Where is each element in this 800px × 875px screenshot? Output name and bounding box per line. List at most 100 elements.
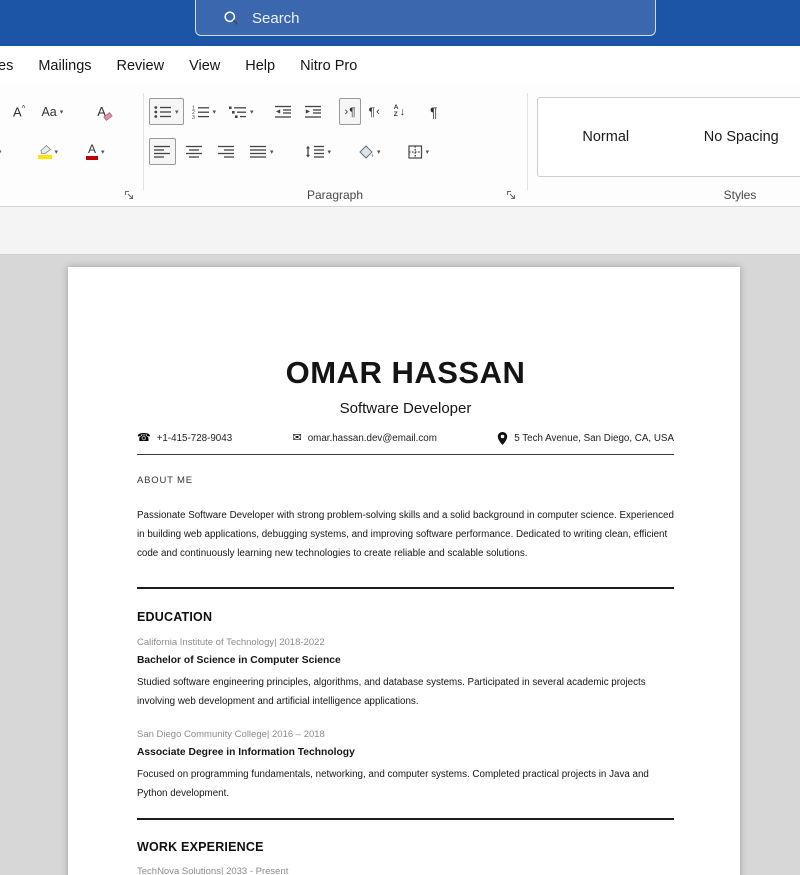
tab-mailings[interactable]: Mailings [38, 58, 91, 74]
education-description: Studied software engineering principles,… [137, 673, 674, 711]
chevron-down-icon: ▾ [213, 108, 217, 116]
about-text: Passionate Software Developer with stron… [137, 507, 674, 563]
chevron-down-icon: ▾ [55, 148, 59, 156]
chevron-down-icon: ▾ [101, 148, 105, 156]
ribbon-document-gap [0, 207, 800, 255]
resume-content: OMAR HASSAN Software Developer ☎ +1-415-… [68, 267, 740, 875]
font-group-row1: A^ Aa ▾ A [8, 98, 111, 125]
right-to-left-paragraph-button[interactable]: ¶‹ [364, 98, 386, 125]
chevron-down-icon: ▾ [60, 108, 64, 116]
multilevel-list-icon [229, 105, 247, 119]
search-label: Search [252, 10, 300, 27]
ribbon-tab-row: es Mailings Review View Help Nitro Pro [0, 46, 800, 85]
address-text: 5 Tech Avenue, San Diego, CA, USA [514, 433, 674, 444]
increase-indent-button[interactable] [300, 98, 327, 125]
font-group-row2: ▾ ▾ A ▾ [0, 138, 110, 165]
resume-job-title: Software Developer [137, 400, 674, 417]
education-degree: Bachelor of Science in Computer Science [137, 655, 674, 666]
document-page[interactable]: OMAR HASSAN Software Developer ☎ +1-415-… [68, 267, 740, 875]
search-box[interactable]: Search [195, 0, 656, 36]
align-center-icon [186, 145, 203, 158]
clear-formatting-button[interactable]: A [92, 98, 111, 125]
contact-email: ✉ omar.hassan.dev@email.com [292, 433, 436, 444]
divider [137, 587, 674, 589]
numbering-icon: 1 2 3 [192, 105, 210, 119]
show-paragraph-marks-button[interactable]: ¶ [425, 98, 443, 125]
titlebar: Search [0, 0, 800, 46]
resume-name: OMAR HASSAN [137, 355, 674, 391]
divider [137, 818, 674, 820]
numbering-button[interactable]: 1 2 3 ▾ [187, 98, 222, 125]
bullets-icon [154, 105, 172, 119]
borders-icon [408, 145, 423, 159]
multilevel-list-button[interactable]: ▾ [224, 98, 259, 125]
education-school-line: California Institute of Technology| 2018… [137, 637, 674, 648]
paragraph-group-row1: ▾ 1 2 3 ▾ ▾ [149, 98, 443, 125]
justify-button[interactable]: ▾ [245, 138, 279, 165]
bullets-button[interactable]: ▾ [149, 98, 184, 125]
shading-button[interactable]: ▾ [353, 138, 386, 165]
chevron-down-icon: ▾ [426, 148, 430, 156]
education-heading: EDUCATION [137, 610, 674, 624]
tab-view[interactable]: View [189, 58, 220, 74]
about-heading: ABOUT ME [137, 475, 674, 486]
decrease-indent-button[interactable] [270, 98, 297, 125]
line-spacing-button[interactable]: ▾ [300, 138, 337, 165]
borders-button[interactable]: ▾ [403, 138, 435, 165]
chevron-down-icon: ▾ [270, 148, 274, 156]
change-case-icon: Aa [41, 105, 56, 119]
contact-row: ☎ +1-415-728-9043 ✉ omar.hassan.dev@emai… [137, 432, 674, 445]
right-to-left-icon: ¶‹ [369, 105, 381, 119]
clear-formatting-icon: A [97, 104, 106, 119]
chevron-down-icon: ▾ [175, 108, 179, 116]
grow-font-button[interactable]: A^ [8, 98, 30, 125]
style-normal[interactable]: Normal [538, 98, 674, 176]
text-effects-dropdown-partial[interactable]: ▾ [0, 138, 7, 165]
education-school-line: San Diego Community College| 2016 – 2018 [137, 729, 674, 740]
sort-icon: AZ ↓ [394, 105, 405, 118]
grow-font-icon: A^ [13, 104, 25, 119]
justify-icon [250, 145, 267, 158]
envelope-icon: ✉ [292, 433, 301, 444]
document-canvas: OMAR HASSAN Software Developer ☎ +1-415-… [0, 255, 800, 875]
experience-company-line: TechNova Solutions| 2033 - Present [137, 866, 674, 875]
tab-nitro-pro[interactable]: Nitro Pro [300, 58, 357, 74]
align-center-button[interactable] [181, 138, 208, 165]
chevron-down-icon: ▾ [0, 148, 2, 156]
divider [137, 454, 674, 455]
paragraph-dialog-launcher[interactable] [506, 188, 518, 200]
align-left-icon [154, 145, 171, 158]
location-pin-icon [497, 432, 508, 445]
phone-text: +1-415-728-9043 [157, 433, 232, 444]
email-text: omar.hassan.dev@email.com [308, 433, 437, 444]
align-right-icon [218, 145, 235, 158]
ribbon: A^ Aa ▾ A ▾ ▾ A ▾ [0, 85, 800, 207]
tab-references-partial[interactable]: es [0, 58, 13, 74]
contact-phone: ☎ +1-415-728-9043 [137, 433, 232, 444]
align-left-button[interactable] [149, 138, 176, 165]
search-icon [223, 10, 239, 26]
sort-button[interactable]: AZ ↓ [389, 98, 410, 125]
align-right-button[interactable] [213, 138, 240, 165]
tab-help[interactable]: Help [245, 58, 275, 74]
paint-bucket-icon [358, 145, 374, 159]
left-to-right-icon: ›¶ [344, 105, 356, 119]
highlighter-icon [38, 145, 52, 159]
style-no-spacing[interactable]: No Spacing [674, 98, 800, 176]
phone-icon: ☎ [137, 433, 151, 444]
tab-review[interactable]: Review [117, 58, 165, 74]
left-to-right-paragraph-button[interactable]: ›¶ [339, 98, 361, 125]
font-color-icon: A [86, 143, 98, 160]
paragraph-group-label: Paragraph [143, 188, 527, 202]
group-separator [143, 93, 144, 190]
chevron-down-icon: ▾ [377, 148, 381, 156]
font-color-button[interactable]: A ▾ [81, 138, 110, 165]
change-case-button[interactable]: Aa ▾ [36, 98, 68, 125]
paragraph-group-row2: ▾ ▾ ▾ ▾ [149, 138, 434, 165]
group-separator [527, 93, 528, 190]
pilcrow-icon: ¶ [430, 104, 438, 120]
font-dialog-launcher[interactable] [124, 188, 136, 200]
styles-group-label: Styles [700, 188, 780, 202]
line-spacing-icon [305, 145, 325, 158]
text-highlight-color-button[interactable]: ▾ [33, 138, 64, 165]
